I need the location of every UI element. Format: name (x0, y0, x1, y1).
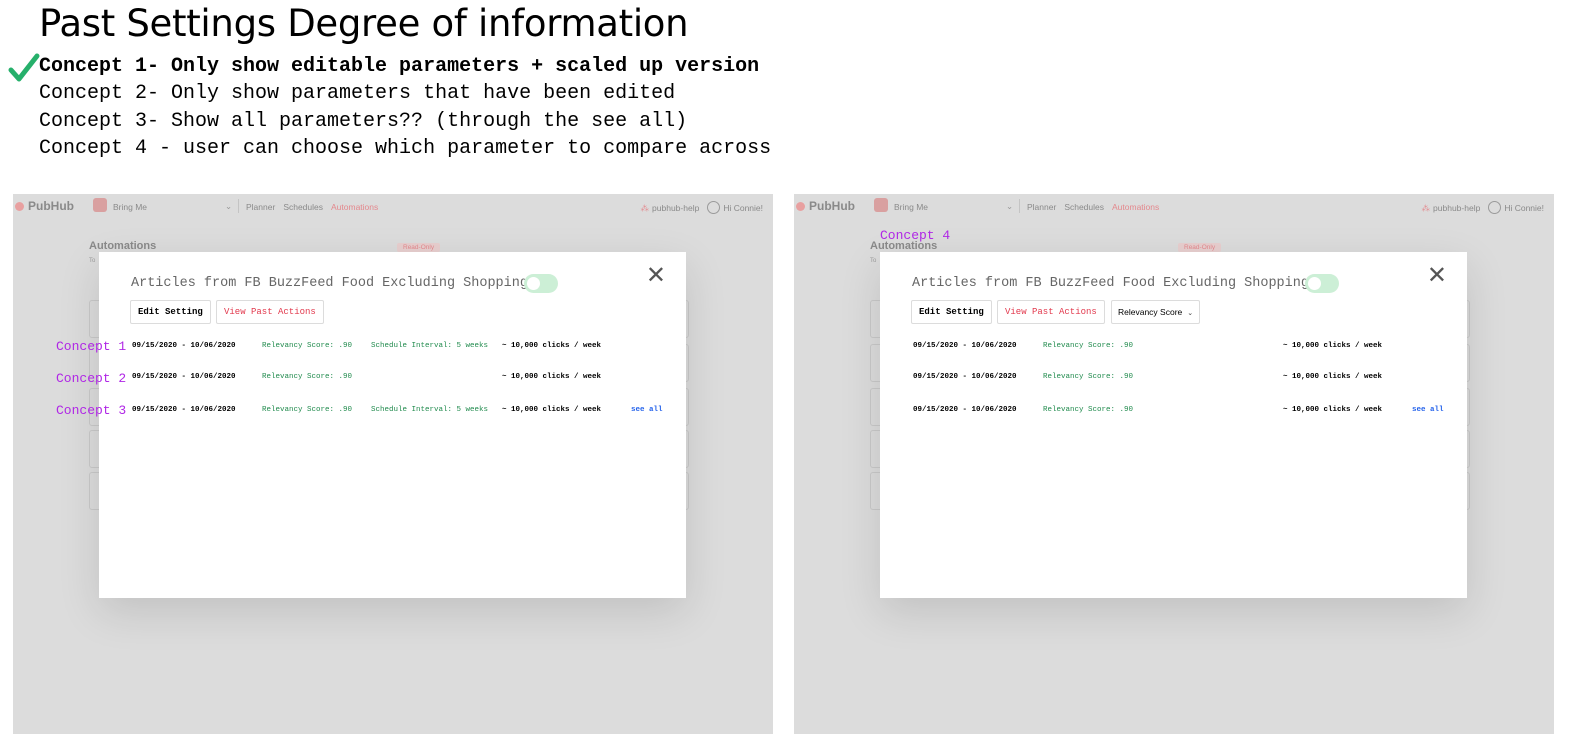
clicks-per-week: ~ 10,000 clicks / week (502, 342, 602, 350)
relevancy-score: Relevancy Score: .90 (262, 373, 353, 381)
history-row: 09/15/2020 - 10/06/2020 Relevancy Score:… (99, 342, 686, 356)
relevancy-score: Relevancy Score: .90 (1043, 406, 1134, 414)
slack-icon: ⁂ (640, 203, 650, 213)
slack-icon: ⁂ (1421, 203, 1431, 213)
date-range: 09/15/2020 - 10/06/2020 (913, 406, 1017, 414)
schedule-interval: Schedule Interval: 5 weeks (371, 342, 489, 350)
workspace-icon (93, 198, 107, 212)
concept-item-3: Concept 3- Show all parameters?? (throug… (39, 109, 688, 133)
concept-label-4: Concept 4 (880, 228, 951, 243)
nav-planner[interactable]: Planner (246, 202, 275, 212)
concept-label-1: Concept 1 (56, 339, 127, 354)
clicks-per-week: ~ 10,000 clicks / week (1283, 373, 1383, 381)
nav-automations[interactable]: Automations (331, 202, 378, 212)
bg-subtitle: To (870, 258, 877, 264)
nav-planner[interactable]: Planner (1027, 202, 1056, 212)
date-range: 09/15/2020 - 10/06/2020 (132, 342, 236, 350)
past-settings-modal: Articles from FB BuzzFeed Food Excluding… (99, 252, 686, 598)
user-menu[interactable]: Hi Connie! (1504, 203, 1544, 213)
clicks-per-week: ~ 10,000 clicks / week (1283, 406, 1383, 414)
app-logo[interactable]: PubHub (15, 199, 74, 213)
mockup-concept-4: PubHub Bring Me ⌄ Planner Schedules Automa… (794, 194, 1554, 734)
see-all-link[interactable]: see all (631, 406, 663, 414)
history-row: 09/15/2020 - 10/06/2020 Relevancy Score:… (99, 373, 686, 387)
history-row: 09/15/2020 - 10/06/2020 Relevancy Score:… (880, 406, 1467, 420)
avatar[interactable] (707, 201, 721, 214)
bg-subtitle: To (89, 258, 96, 264)
user-menu[interactable]: Hi Connie! (723, 203, 763, 213)
view-past-actions-button[interactable]: View Past Actions (216, 300, 324, 324)
nav-links: Planner Schedules Automations (1027, 202, 1167, 212)
date-range: 09/15/2020 - 10/06/2020 (913, 342, 1017, 350)
workspace-icon (874, 198, 888, 212)
date-range: 09/15/2020 - 10/06/2020 (132, 373, 236, 381)
close-icon[interactable]: ✕ (1427, 264, 1447, 288)
automation-toggle[interactable] (524, 274, 558, 293)
help-link[interactable]: pubhub-help (652, 203, 699, 213)
see-all-link[interactable]: see all (1412, 406, 1444, 414)
modal-title: Articles from FB BuzzFeed Food Excluding… (131, 276, 528, 291)
relevancy-score: Relevancy Score: .90 (1043, 373, 1134, 381)
nav-divider (1019, 199, 1020, 213)
history-row: 09/15/2020 - 10/06/2020 Relevancy Score:… (880, 373, 1467, 387)
clicks-per-week: ~ 10,000 clicks / week (502, 406, 602, 414)
history-row: 09/15/2020 - 10/06/2020 Relevancy Score:… (99, 406, 686, 420)
read-only-badge: Read-Only (1178, 243, 1222, 252)
help-link[interactable]: pubhub-help (1433, 203, 1480, 213)
concept-item-1: Concept 1- Only show editable parameters… (39, 55, 760, 78)
concept-list: Concept 1- Only show editable parameters… (39, 53, 771, 162)
concept-item-2: Concept 2- Only show parameters that hav… (39, 82, 676, 106)
concept-label-3: Concept 3 (56, 403, 127, 418)
concept-label-2: Concept 2 (56, 371, 127, 386)
clicks-per-week: ~ 10,000 clicks / week (502, 373, 602, 381)
app-top-nav: PubHub Bring Me ⌄ Planner Schedules Automa… (794, 194, 1554, 218)
nav-automations[interactable]: Automations (1112, 202, 1159, 212)
chevron-down-icon[interactable]: ⌄ (1006, 201, 1013, 212)
modal-title: Articles from FB BuzzFeed Food Excluding… (912, 276, 1309, 291)
page-title: Past Settings Degree of information (39, 2, 689, 45)
history-row: 09/15/2020 - 10/06/2020 Relevancy Score:… (880, 342, 1467, 356)
nav-right: ⁂ pubhub-help Hi Connie! (641, 201, 763, 214)
chevron-down-icon: ⌄ (1187, 310, 1194, 317)
chevron-down-icon[interactable]: ⌄ (225, 201, 232, 212)
dropdown-value: Relevancy Score (1118, 307, 1183, 317)
automation-toggle[interactable] (1305, 274, 1339, 293)
nav-right: ⁂ pubhub-help Hi Connie! (1422, 201, 1544, 214)
relevancy-score: Relevancy Score: .90 (262, 406, 353, 414)
toggle-knob (527, 277, 540, 290)
edit-setting-button[interactable]: Edit Setting (911, 300, 992, 324)
past-settings-modal: Articles from FB BuzzFeed Food Excluding… (880, 252, 1467, 598)
mockup-concepts-1-3: PubHub Bring Me ⌄ Planner Schedules Automa… (13, 194, 773, 734)
nav-divider (238, 199, 239, 213)
toggle-knob (1308, 277, 1321, 290)
read-only-badge: Read-Only (397, 243, 441, 252)
nav-schedules[interactable]: Schedules (283, 202, 323, 212)
app-top-nav: PubHub Bring Me ⌄ Planner Schedules Automa… (13, 194, 773, 218)
workspace-selector[interactable]: Bring Me (113, 202, 147, 212)
workspace-selector[interactable]: Bring Me (894, 202, 928, 212)
avatar[interactable] (1488, 201, 1502, 214)
edit-setting-button[interactable]: Edit Setting (130, 300, 211, 324)
logo-icon (796, 202, 805, 211)
bg-page-title: Automations (89, 240, 157, 252)
checkmark-icon (8, 53, 40, 82)
concept-item-4: Concept 4 - user can choose which parame… (39, 136, 772, 160)
app-logo[interactable]: PubHub (796, 199, 855, 213)
relevancy-score: Relevancy Score: .90 (262, 342, 353, 350)
nav-schedules[interactable]: Schedules (1064, 202, 1104, 212)
clicks-per-week: ~ 10,000 clicks / week (1283, 342, 1383, 350)
logo-icon (15, 202, 24, 211)
parameter-dropdown[interactable]: Relevancy Score ⌄ (1111, 300, 1201, 324)
nav-links: Planner Schedules Automations (246, 202, 386, 212)
date-range: 09/15/2020 - 10/06/2020 (913, 373, 1017, 381)
view-past-actions-button[interactable]: View Past Actions (997, 300, 1105, 324)
close-icon[interactable]: ✕ (646, 264, 666, 288)
date-range: 09/15/2020 - 10/06/2020 (132, 406, 236, 414)
relevancy-score: Relevancy Score: .90 (1043, 342, 1134, 350)
schedule-interval: Schedule Interval: 5 weeks (371, 406, 489, 414)
